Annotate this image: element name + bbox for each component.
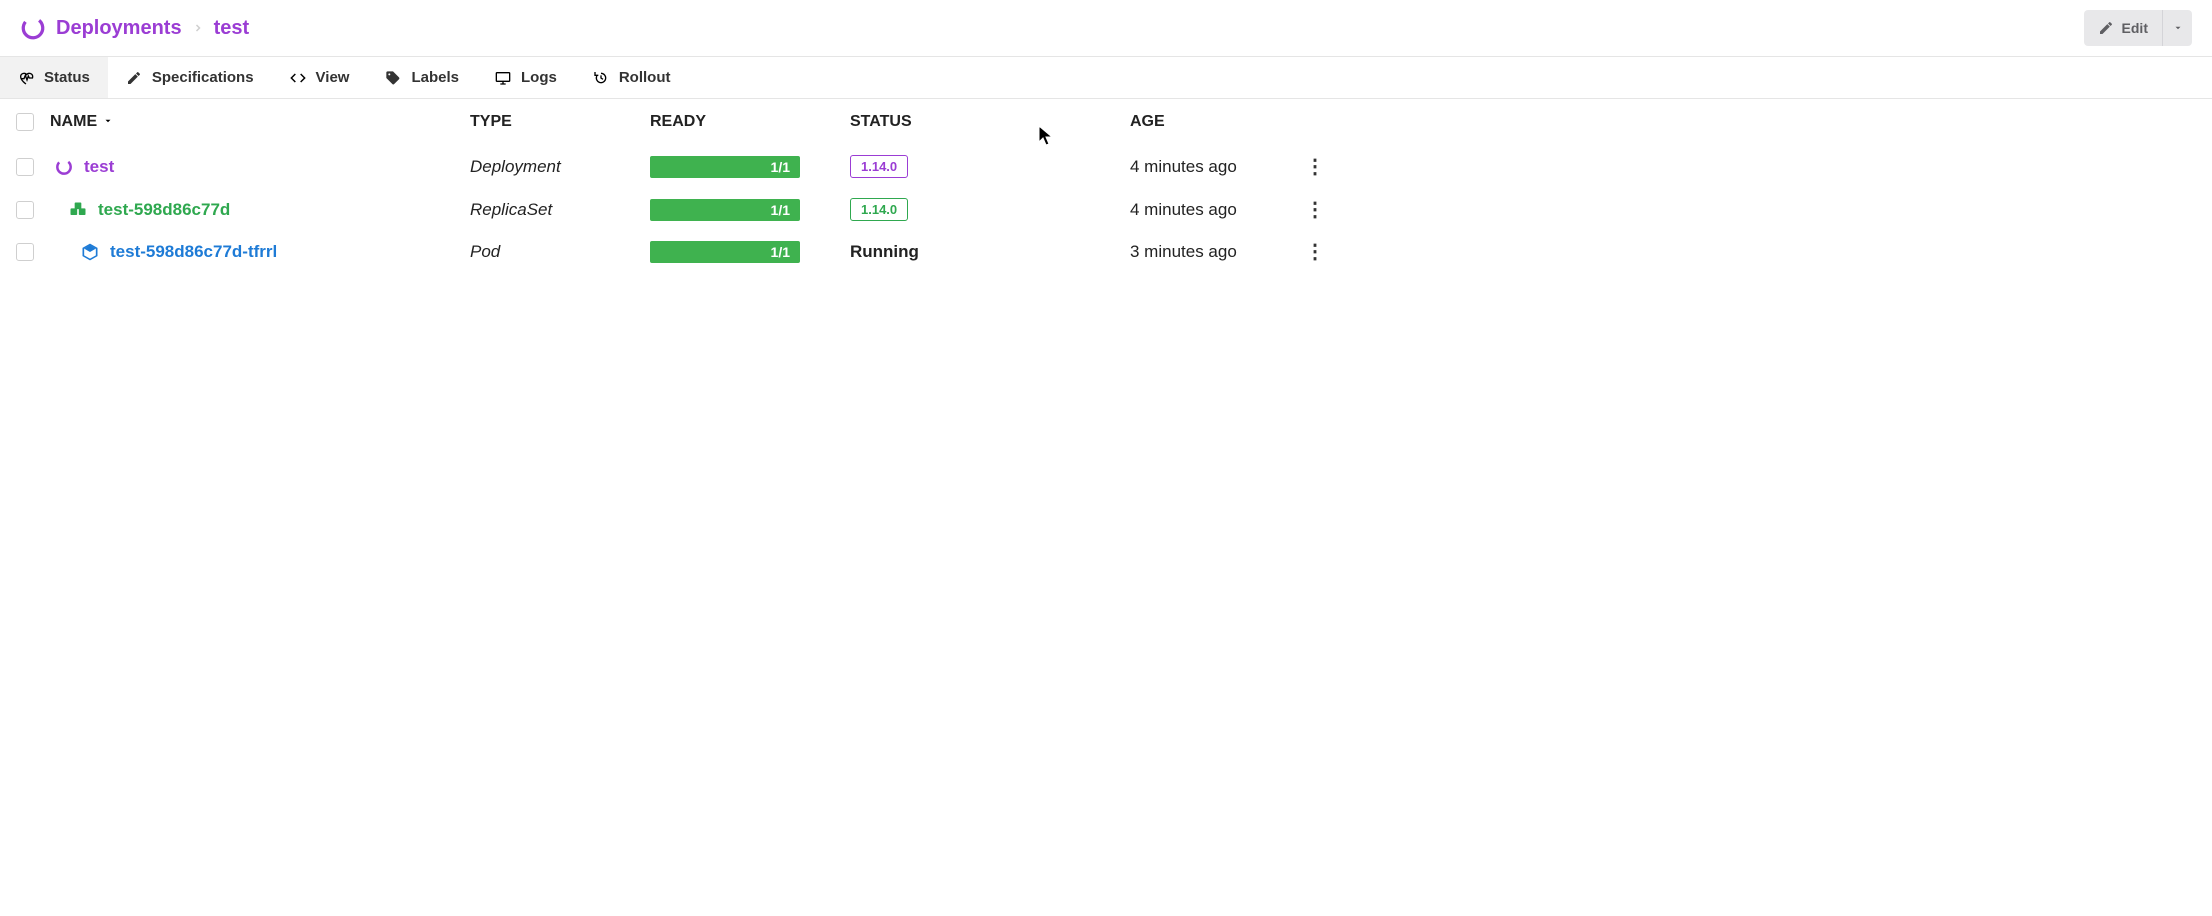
status-badge: 1.14.0 <box>850 198 908 221</box>
heartbeat-icon <box>18 70 34 86</box>
deployment-ring-icon <box>20 15 46 41</box>
resource-name-text: test-598d86c77d <box>98 200 230 220</box>
resource-name-link[interactable]: test-598d86c77d-tfrrl <box>50 242 470 262</box>
tab-bar: Status Specifications View Labels Logs R… <box>0 57 2212 99</box>
edit-button-group: Edit <box>2084 10 2192 46</box>
replicaset-icon <box>68 200 88 220</box>
breadcrumb-current: test <box>214 17 250 40</box>
resource-name-text: test <box>84 157 114 177</box>
ready-progress: 1/1 <box>650 199 800 221</box>
column-header-age[interactable]: AGE <box>1130 113 1290 131</box>
resource-type: ReplicaSet <box>470 200 650 220</box>
table-row: test-598d86c77d ReplicaSet 1/1 1.14.0 4 … <box>0 188 2212 231</box>
resource-type: Deployment <box>470 157 650 177</box>
tab-label: Logs <box>521 69 557 86</box>
tab-view[interactable]: View <box>272 57 368 98</box>
column-header-name[interactable]: NAME <box>50 113 470 131</box>
status-badge: 1.14.0 <box>850 155 908 178</box>
tab-label: Specifications <box>152 69 254 86</box>
tab-labels[interactable]: Labels <box>367 57 477 98</box>
ready-progress: 1/1 <box>650 241 800 263</box>
monitor-icon <box>495 70 511 86</box>
pod-cube-icon <box>80 242 100 262</box>
resource-name-link[interactable]: test <box>50 157 470 177</box>
edit-button-label: Edit <box>2122 20 2148 36</box>
page-header: Deployments test Edit <box>0 0 2212 57</box>
code-icon <box>290 70 306 86</box>
tab-label: Labels <box>411 69 459 86</box>
column-header-status[interactable]: STATUS <box>850 113 1130 131</box>
tag-icon <box>385 70 401 86</box>
table-row: test Deployment 1/1 1.14.0 4 minutes ago… <box>0 145 2212 188</box>
column-header-ready[interactable]: READY <box>650 113 850 131</box>
resource-age: 3 minutes ago <box>1130 242 1290 262</box>
edit-button[interactable]: Edit <box>2084 10 2162 46</box>
breadcrumb: Deployments test <box>20 15 249 41</box>
resource-name-text: test-598d86c77d-tfrrl <box>110 242 277 262</box>
tab-rollout[interactable]: Rollout <box>575 57 689 98</box>
tab-label: View <box>316 69 350 86</box>
table-row: test-598d86c77d-tfrrl Pod 1/1 Running 3 … <box>0 231 2212 273</box>
resource-name-link[interactable]: test-598d86c77d <box>50 200 470 220</box>
edit-dropdown-toggle[interactable] <box>2162 10 2192 46</box>
resource-age: 4 minutes ago <box>1130 200 1290 220</box>
row-checkbox[interactable] <box>16 158 34 176</box>
chevron-right-icon <box>192 17 204 40</box>
sort-caret-down-icon <box>103 113 113 131</box>
row-checkbox[interactable] <box>16 243 34 261</box>
row-checkbox[interactable] <box>16 201 34 219</box>
row-actions-menu[interactable]: ⋮ <box>1290 200 1340 220</box>
column-header-type[interactable]: TYPE <box>470 113 650 131</box>
tab-status[interactable]: Status <box>0 57 108 98</box>
tab-logs[interactable]: Logs <box>477 57 575 98</box>
resource-age: 4 minutes ago <box>1130 157 1290 177</box>
tab-label: Rollout <box>619 69 671 86</box>
select-all-checkbox[interactable] <box>16 113 34 131</box>
tab-label: Status <box>44 69 90 86</box>
column-header-label: NAME <box>50 113 97 131</box>
resource-table: NAME TYPE READY STATUS AGE test Deployme… <box>0 99 2212 273</box>
ready-progress: 1/1 <box>650 156 800 178</box>
pencil-icon <box>126 70 142 86</box>
breadcrumb-root-link[interactable]: Deployments <box>56 17 182 40</box>
tab-specifications[interactable]: Specifications <box>108 57 272 98</box>
row-actions-menu[interactable]: ⋮ <box>1290 157 1340 177</box>
table-header-row: NAME TYPE READY STATUS AGE <box>0 99 2212 145</box>
row-actions-menu[interactable]: ⋮ <box>1290 242 1340 262</box>
status-text: Running <box>850 242 919 261</box>
deployment-ring-icon <box>54 157 74 177</box>
history-icon <box>593 70 609 86</box>
caret-down-icon <box>2173 20 2183 36</box>
resource-type: Pod <box>470 242 650 262</box>
edit-icon <box>2098 20 2114 36</box>
